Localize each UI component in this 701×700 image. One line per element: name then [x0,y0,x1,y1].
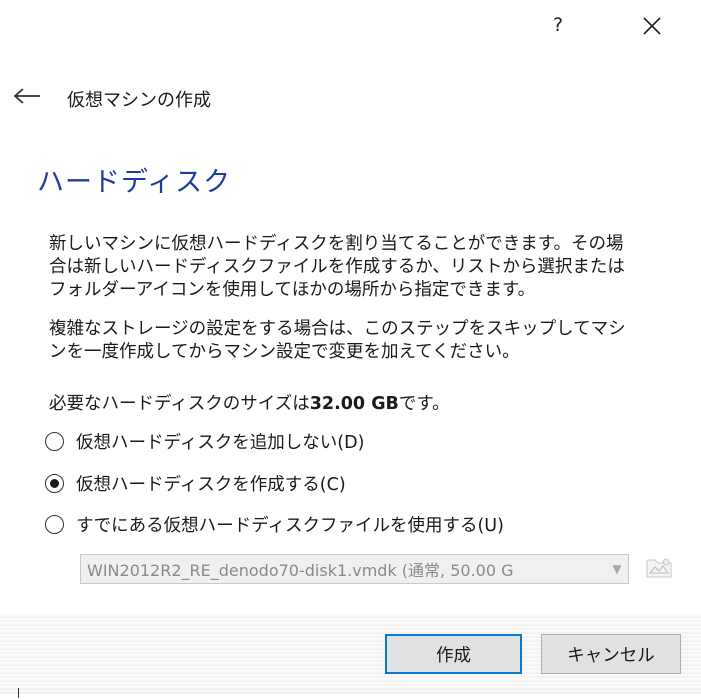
size-prefix: 必要なハードディスクのサイズは [49,394,310,414]
help-button[interactable]: ? [553,14,563,36]
back-arrow-icon[interactable] [12,86,42,106]
radio-no-disk[interactable]: 仮想ハードディスクを追加しない(D) [45,428,364,454]
size-suffix: です。 [398,394,450,414]
existing-disk-value: WIN2012R2_RE_denodo70-disk1.vmdk (通常, 50… [87,561,514,580]
existing-disk-select[interactable]: WIN2012R2_RE_denodo70-disk1.vmdk (通常, 50… [80,554,629,584]
radio-use-existing[interactable]: すでにある仮想ハードディスクファイルを使用する(U) [45,511,504,537]
section-heading: ハードディスク [37,167,232,198]
radio-label: すでにある仮想ハードディスクファイルを使用する(U) [76,515,504,536]
size-value: 32.00 GB [309,394,399,414]
radio-button[interactable] [45,473,64,493]
radio-label: 仮想ハードディスクを作成する(C) [76,474,346,495]
create-button[interactable]: 作成 [385,634,522,674]
radio-create-disk[interactable]: 仮想ハードディスクを作成する(C) [45,470,346,496]
cancel-button[interactable]: キャンセル [541,634,681,674]
description-paragraph-2: 複雑なストレージの設定をする場合は、このステップをスキップしてマシ ンを一度作成… [49,319,626,362]
wizard-title: 仮想マシンの作成 [67,90,211,111]
radio-button[interactable] [45,431,64,451]
text-cursor [18,688,19,698]
close-icon[interactable] [638,12,666,40]
radio-selected-dot [50,478,59,488]
description-paragraph-1: 新しいマシンに仮想ハードディスクを割り当てることができます。その場 合は新しいハ… [49,234,625,300]
chevron-down-icon[interactable]: ▼ [606,555,628,583]
radio-button[interactable] [45,514,64,534]
radio-label: 仮想ハードディスクを追加しない(D) [76,432,365,453]
required-size-text: 必要なハードディスクのサイズは32.00 GBです。 [49,390,450,415]
folder-icon[interactable] [643,551,675,583]
